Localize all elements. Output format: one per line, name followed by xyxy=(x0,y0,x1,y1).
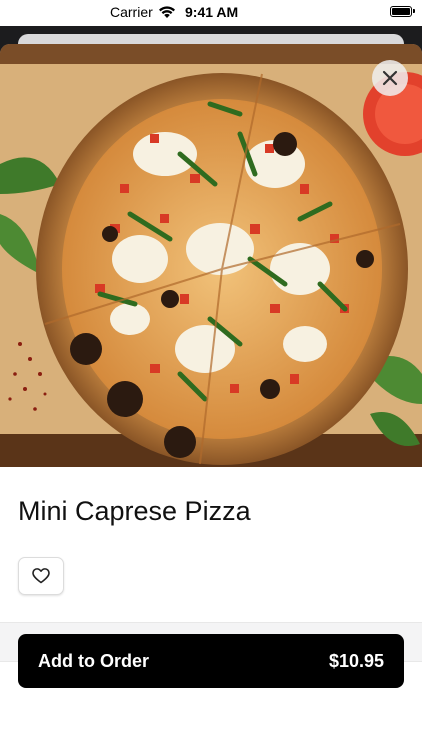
status-bar: Carrier 9:41 AM xyxy=(0,0,422,26)
clock-time: 9:41 AM xyxy=(185,4,239,20)
pizza-illustration xyxy=(0,44,422,467)
favorite-button[interactable] xyxy=(18,557,64,595)
price-label: $10.95 xyxy=(328,650,384,671)
app-screen: Carrier 9:41 AM Mini Caprese Pizza Add t… xyxy=(0,0,422,750)
add-to-order-button[interactable]: Add to Order $10.95 xyxy=(18,634,404,688)
close-icon xyxy=(382,70,398,86)
carrier-label: Carrier xyxy=(110,4,153,20)
wifi-icon xyxy=(159,6,175,18)
close-button[interactable] xyxy=(372,60,408,96)
pizza-photo xyxy=(0,44,422,467)
product-title: Mini Caprese Pizza xyxy=(18,496,251,526)
heart-icon xyxy=(32,568,50,584)
battery-icon xyxy=(390,6,415,17)
add-to-order-label: Add to Order xyxy=(38,650,149,671)
